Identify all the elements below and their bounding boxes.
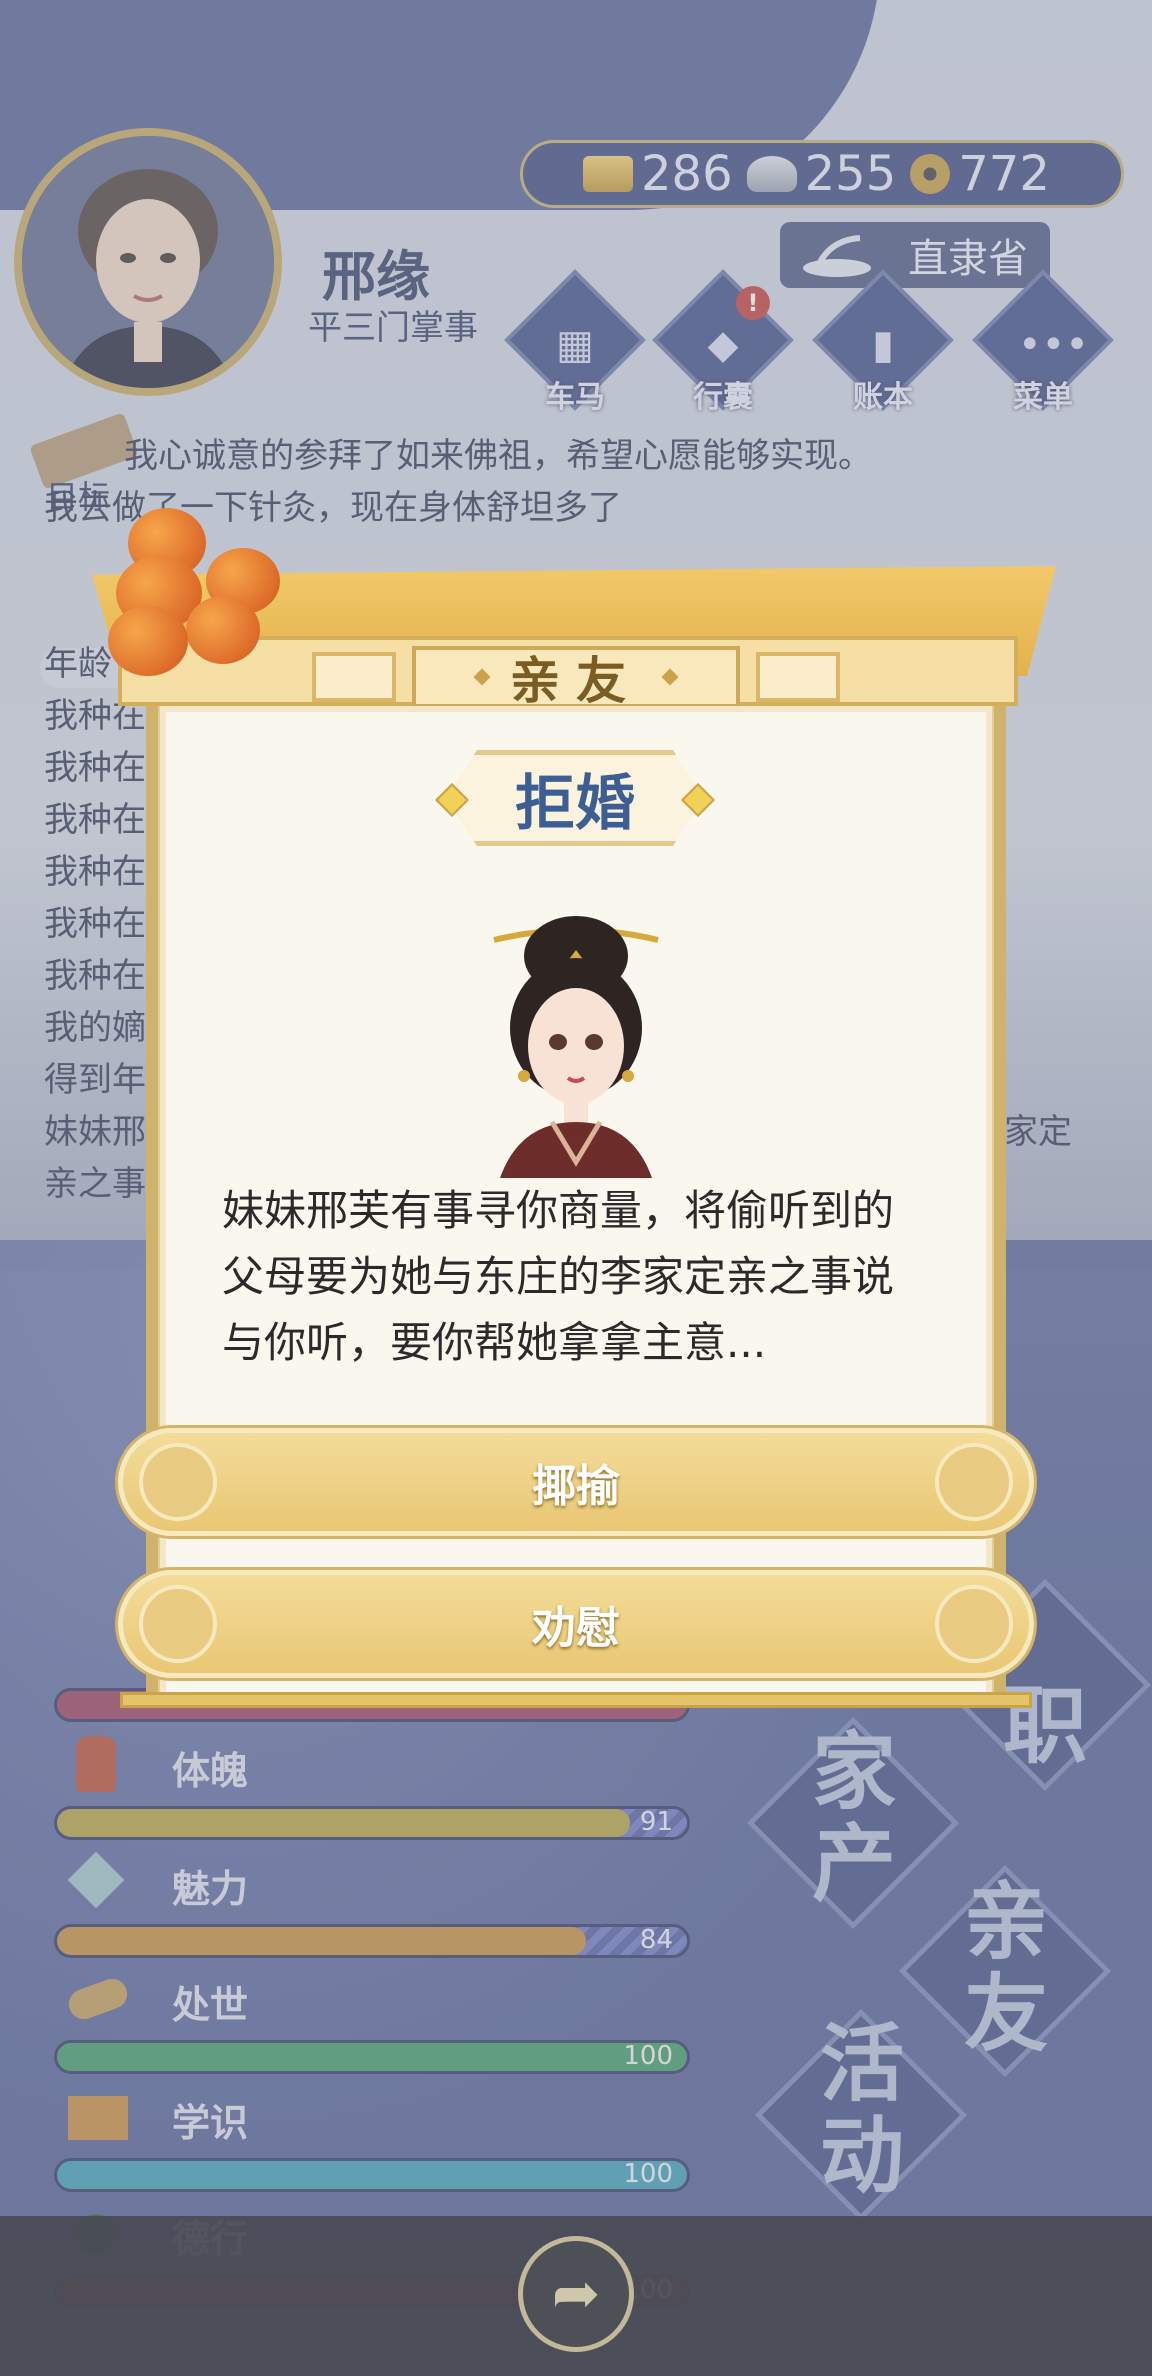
event-title: 拒婚 (435, 750, 715, 846)
dialog-frame-left (146, 706, 158, 1696)
choice-tease-button[interactable]: 揶揄 (118, 1428, 1034, 1536)
dialog-header-label: 亲友 (510, 652, 642, 710)
choice-label: 劝慰 (532, 1603, 620, 1654)
cloud-ornament-icon (139, 1585, 217, 1663)
event-description: 妹妹邢芙有事寻你商量，将偷听到的父母要为她与东庄的李家定亲之事说与你听，要你帮她… (222, 1186, 895, 1367)
choice-label: 揶揄 (532, 1461, 620, 1512)
header-ornament-left (312, 652, 396, 702)
event-title-label: 拒婚 (515, 768, 635, 839)
header-ornament-right (756, 652, 840, 702)
diamond-ornament-icon (661, 668, 679, 686)
dialog-bottom-rod (120, 1692, 1032, 1708)
dialog-header: 亲友 (412, 646, 740, 710)
cloud-ornament-icon (935, 1585, 1013, 1663)
choice-console-button[interactable]: 劝慰 (118, 1570, 1034, 1678)
sister-portrait-icon (493, 916, 659, 1178)
dialog-frame-right (994, 706, 1006, 1696)
diamond-ornament-icon (473, 668, 491, 686)
cloud-ornament-icon (935, 1443, 1013, 1521)
cloud-ornament-icon (139, 1443, 217, 1521)
